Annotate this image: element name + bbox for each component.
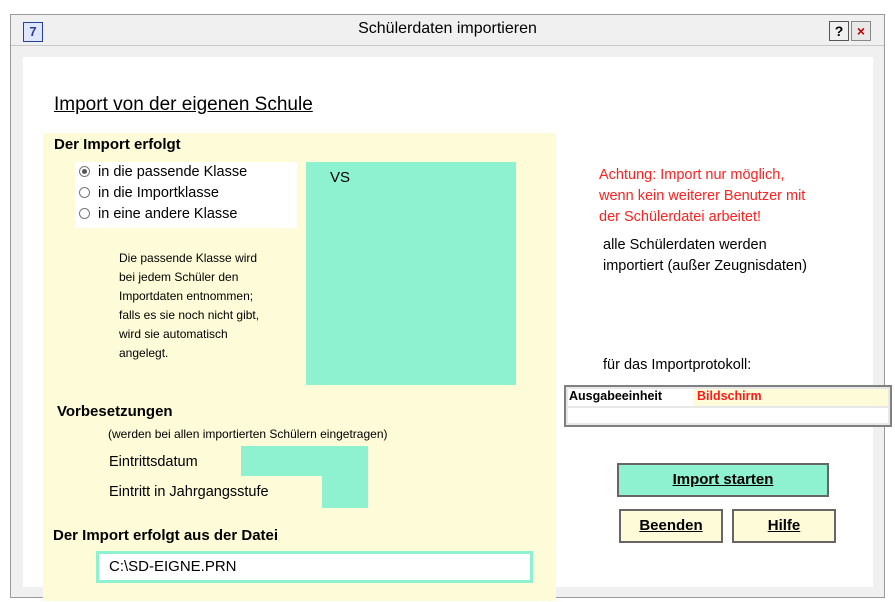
radio-option-import-class[interactable]: in die Importklasse bbox=[79, 185, 219, 201]
import-start-button[interactable]: Import starten bbox=[617, 463, 829, 497]
note-line: importiert (außer Zeugnisdaten) bbox=[603, 258, 807, 274]
info-line: Die passende Klasse wird bbox=[119, 251, 258, 265]
class-value[interactable]: VS bbox=[330, 169, 350, 186]
entry-level-field[interactable] bbox=[322, 476, 368, 508]
info-line: falls es sie noch nicht gibt, bbox=[119, 308, 260, 322]
title-bar[interactable]: 7 Schülerdaten importieren ? × bbox=[11, 15, 884, 46]
entry-level-label: Eintritt in Jahrgangsstufe bbox=[109, 484, 269, 500]
radio-label: in die Importklasse bbox=[98, 185, 219, 201]
info-line: angelegt. bbox=[119, 346, 169, 360]
radio-label: in die passende Klasse bbox=[98, 164, 248, 180]
radio-selected-icon[interactable] bbox=[79, 166, 90, 177]
import-target-radio-group: in die passende Klasse in die Importklas… bbox=[75, 162, 297, 228]
help-button[interactable]: Hilfe bbox=[732, 509, 836, 543]
radio-label: in eine andere Klasse bbox=[98, 206, 238, 222]
output-unit-empty-row[interactable] bbox=[568, 408, 888, 423]
preset-section-title: Vorbesetzungen bbox=[57, 403, 173, 420]
warning-text: Achtung: Import nur möglich, wenn kein w… bbox=[599, 165, 805, 228]
protocol-label: für das Importprotokoll: bbox=[603, 357, 752, 373]
output-unit-row[interactable]: Ausgabeeinheit Bildschirm bbox=[568, 389, 888, 406]
exit-button[interactable]: Beenden bbox=[619, 509, 723, 543]
file-section-title: Der Import erfolgt aus der Datei bbox=[53, 527, 279, 544]
dialog-body: Import von der eigenen Schule Der Import… bbox=[23, 57, 892, 601]
preset-hint: (werden bei allen importierten Schülern … bbox=[108, 427, 388, 441]
output-unit-box: Ausgabeeinheit Bildschirm bbox=[564, 385, 892, 427]
radio-option-matching-class[interactable]: in die passende Klasse bbox=[79, 164, 247, 180]
info-line: bei jedem Schüler den bbox=[119, 270, 239, 284]
note-line: alle Schülerdaten werden bbox=[603, 237, 767, 253]
dialog-window: 7 Schülerdaten importieren ? × Import vo… bbox=[10, 14, 892, 601]
import-info-text: Die passende Klasse wird bei jedem Schül… bbox=[119, 249, 259, 363]
radio-empty-icon[interactable] bbox=[79, 187, 90, 198]
class-list-box[interactable] bbox=[306, 162, 516, 385]
page-title: Import von der eigenen Schule bbox=[54, 94, 313, 115]
warning-line: der Schülerdatei arbeitet! bbox=[599, 209, 762, 225]
radio-empty-icon[interactable] bbox=[79, 208, 90, 219]
import-file-input[interactable]: C:\SD-EIGNE.PRN bbox=[96, 551, 533, 583]
warning-line: Achtung: Import nur möglich, bbox=[599, 167, 785, 183]
info-line: Importdaten entnommen; bbox=[119, 289, 254, 303]
help-icon[interactable]: ? bbox=[829, 21, 849, 41]
output-unit-label: Ausgabeeinheit bbox=[569, 389, 663, 403]
close-icon[interactable]: × bbox=[851, 21, 871, 41]
info-line: wird sie automatisch bbox=[119, 327, 228, 341]
window-title: Schülerdaten importieren bbox=[358, 20, 537, 37]
entry-date-label: Eintrittsdatum bbox=[109, 454, 198, 470]
radio-option-other-class[interactable]: in eine andere Klasse bbox=[79, 206, 237, 222]
output-unit-value[interactable]: Bildschirm bbox=[693, 389, 888, 406]
entry-date-field[interactable] bbox=[241, 446, 368, 476]
import-section-title: Der Import erfolgt bbox=[54, 136, 181, 153]
import-note: alle Schülerdaten werden importiert (auß… bbox=[603, 235, 807, 277]
warning-line: wenn kein weiterer Benutzer mit bbox=[599, 188, 806, 204]
